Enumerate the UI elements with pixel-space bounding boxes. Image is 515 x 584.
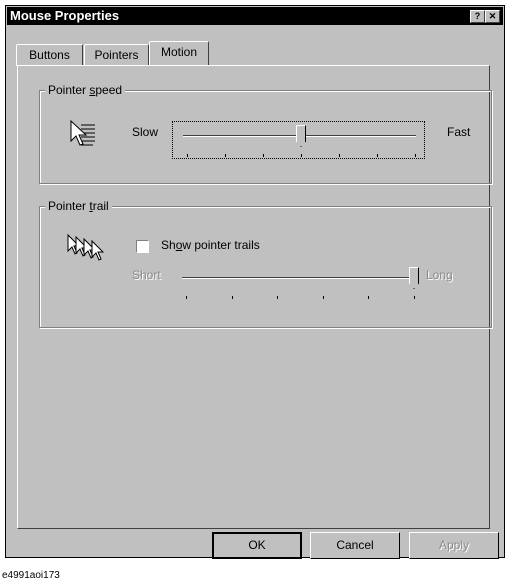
slider-tick [277,296,278,299]
help-icon: ? [474,11,481,21]
cancel-button-label: Cancel [336,538,374,552]
tab-pointers[interactable]: Pointers [84,44,149,66]
tab-pointers-label: Pointers [94,48,139,62]
tab-buttons[interactable]: Buttons [16,44,83,66]
figure-caption: e4991aoi173 [2,570,60,581]
slider-tick [263,154,264,157]
slider-tick [339,154,340,157]
slider-tick [186,296,187,299]
pointer-speed-slider[interactable] [172,121,425,159]
slider-tick [301,154,302,157]
fast-label: Fast [447,125,471,139]
pointer-trail-thumb[interactable] [409,267,419,289]
slider-tick [323,296,324,299]
tab-motion[interactable]: Motion [149,41,209,65]
slow-label: Slow [132,125,159,139]
pointer-speed-thumb[interactable] [296,125,306,147]
slider-tick [377,154,378,157]
slider-tick [368,296,369,299]
pointer-trail-legend: Pointer trail [45,199,112,213]
apply-button-label: Apply [438,538,470,552]
close-icon: ✕ [488,11,497,21]
pointer-trail-track [182,277,417,279]
mouse-properties-dialog: Mouse Properties ? ✕ Buttons Pointers Mo… [5,5,505,559]
ok-button-label: OK [248,538,266,552]
short-label: Short [132,268,161,282]
slider-tick [415,154,416,157]
close-button[interactable]: ✕ [485,10,500,23]
slider-tick [187,154,188,157]
show-pointer-trails-label[interactable]: Show pointer trails [161,238,260,252]
slider-tick [232,296,233,299]
long-label: Long [426,268,453,282]
apply-button[interactable]: Apply [409,532,499,559]
slider-tick [414,296,415,299]
ok-button[interactable]: OK [212,532,302,559]
tab-motion-label: Motion [160,45,198,59]
help-button[interactable]: ? [470,10,485,23]
pointer-speed-legend: Pointer speed [45,83,126,97]
tab-buttons-label: Buttons [29,48,70,62]
window-title: Mouse Properties [10,8,120,23]
cancel-button[interactable]: Cancel [310,532,400,559]
show-pointer-trails-checkbox[interactable] [136,240,149,253]
pointer-trail-icon [67,233,105,261]
pointer-trail-slider[interactable] [172,265,425,303]
title-bar[interactable]: Mouse Properties ? ✕ [7,7,503,25]
pointer-speed-icon [70,119,95,146]
slider-tick [225,154,226,157]
